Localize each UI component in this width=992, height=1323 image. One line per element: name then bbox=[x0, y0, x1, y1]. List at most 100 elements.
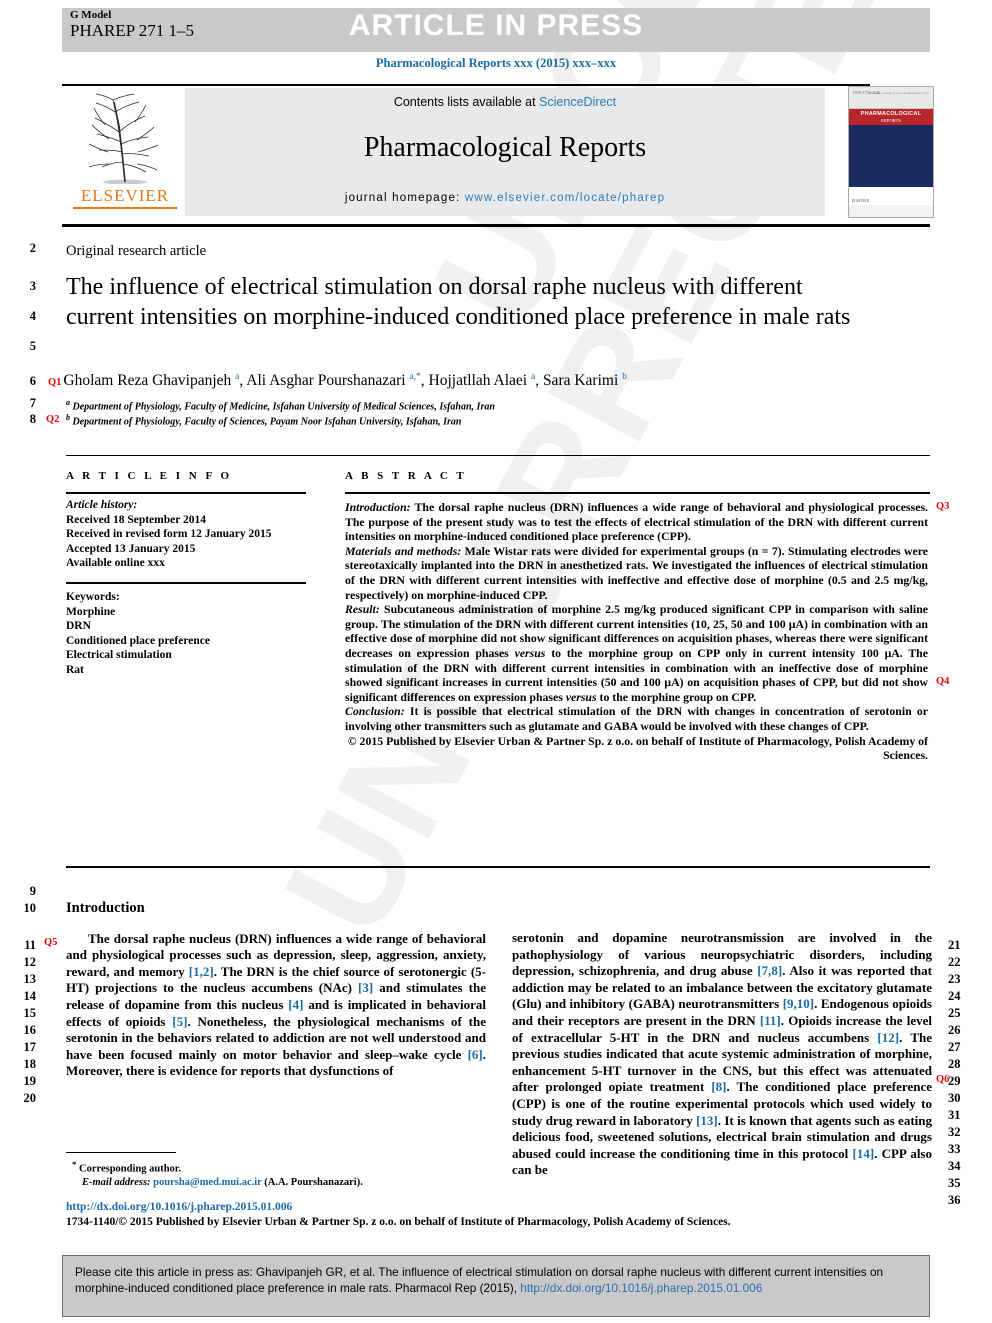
line-number: 15 bbox=[23, 1006, 37, 1020]
abstract-conclusion: Conclusion: It is possible that electric… bbox=[345, 704, 928, 733]
article-page: G Model PHAREP 271 1–5 ARTICLE IN PRESS … bbox=[0, 0, 992, 1323]
query-marker-q1[interactable]: Q1 bbox=[48, 377, 61, 388]
corresponding-author-label: Corresponding author. bbox=[76, 1163, 182, 1175]
keyword-item: Rat bbox=[66, 663, 84, 676]
doi-link[interactable]: http://dx.doi.org/10.1016/j.pharep.2015.… bbox=[66, 1200, 826, 1215]
line-number: 30 bbox=[948, 1091, 961, 1105]
keywords-rule bbox=[66, 582, 306, 584]
line-number: 7 bbox=[29, 396, 36, 410]
history-item: Available online xxx bbox=[66, 557, 165, 569]
citation-link[interactable]: [9,10] bbox=[783, 996, 814, 1011]
line-number: 13 bbox=[23, 972, 37, 986]
affiliation-a: a Department of Physiology, Faculty of M… bbox=[66, 398, 886, 412]
article-history-block: Article history: Received 18 September 2… bbox=[66, 498, 316, 571]
line-number: 4 bbox=[29, 309, 36, 323]
citation-link[interactable]: [8] bbox=[711, 1079, 726, 1094]
homepage-label: journal homepage: bbox=[344, 192, 465, 204]
citation-link[interactable]: [12] bbox=[877, 1030, 899, 1045]
doi-block: http://dx.doi.org/10.1016/j.pharep.2015.… bbox=[66, 1200, 826, 1229]
line-number: 26 bbox=[948, 1023, 961, 1037]
elsevier-underline bbox=[73, 207, 177, 209]
abstract-panel-bottom-rule bbox=[66, 866, 930, 868]
abstract-introduction: Introduction: The dorsal raphe nucleus (… bbox=[345, 500, 928, 544]
citation-link[interactable]: [14] bbox=[852, 1146, 874, 1161]
affiliation-marker-b: b bbox=[66, 413, 70, 422]
abstract-conclusion-label: Conclusion: bbox=[345, 704, 405, 719]
line-number: 36 bbox=[948, 1193, 961, 1207]
intro-paragraph-right: serotonin and dopamine neurotransmission… bbox=[512, 930, 932, 1179]
page-title: The influence of electrical stimulation … bbox=[66, 274, 851, 330]
line-number: 28 bbox=[948, 1057, 961, 1071]
line-number: 16 bbox=[23, 1023, 37, 1037]
keywords-label: Keywords: bbox=[66, 591, 120, 603]
article-in-press-text: ARTICLE IN PRESS bbox=[348, 9, 644, 42]
abstract-versus-2: versus bbox=[565, 689, 597, 704]
citation-link[interactable]: [3] bbox=[358, 980, 373, 995]
query-marker-q3[interactable]: Q3 bbox=[936, 501, 949, 512]
citation-link[interactable]: [1,2] bbox=[189, 964, 214, 979]
journal-cover-thumbnail: ISSN 1734-1140 Available online at www.s… bbox=[848, 86, 934, 218]
line-number: 17 bbox=[23, 1040, 37, 1054]
keyword-item: DRN bbox=[66, 620, 91, 632]
issn-copyright-line: 1734-1140/© 2015 Published by Elsevier U… bbox=[66, 1215, 731, 1228]
line-number: 3 bbox=[29, 279, 36, 293]
query-marker-q4[interactable]: Q4 bbox=[936, 676, 949, 687]
line-number: 29 bbox=[948, 1074, 961, 1088]
abstract-rule bbox=[345, 492, 930, 494]
line-number: 35 bbox=[948, 1176, 961, 1190]
journal-homepage-line: journal homepage: www.elsevier.com/locat… bbox=[185, 192, 825, 204]
affiliation-a-text: Department of Physiology, Faculty of Med… bbox=[72, 401, 495, 413]
homepage-url-link[interactable]: www.elsevier.com/locate/pharep bbox=[465, 192, 665, 204]
line-number: 24 bbox=[948, 989, 961, 1003]
keywords-block: Keywords: Morphine DRN Conditioned place… bbox=[66, 590, 316, 677]
sciencedirect-link[interactable]: ScienceDirect bbox=[539, 95, 616, 109]
affiliation-b: b Department of Physiology, Faculty of S… bbox=[66, 413, 886, 427]
line-number: 25 bbox=[948, 1006, 961, 1020]
line-number: 27 bbox=[948, 1040, 961, 1054]
abstract-result-label: Result: bbox=[345, 602, 380, 617]
affiliation-b-text: Department of Physiology, Faculty of Sci… bbox=[72, 416, 462, 428]
citation-link[interactable]: [4] bbox=[288, 997, 303, 1012]
line-number: 31 bbox=[948, 1108, 961, 1122]
query-marker-q6[interactable]: Q6 bbox=[936, 1074, 949, 1085]
elsevier-wordmark: ELSEVIER bbox=[80, 186, 170, 205]
abstract-versus-1: versus bbox=[514, 645, 546, 660]
cover-publisher: ELSEVIER bbox=[852, 199, 869, 203]
masthead-top-rule bbox=[62, 84, 870, 86]
citation-link[interactable]: [6] bbox=[468, 1047, 483, 1062]
abstract-heading: A B S T R A C T bbox=[345, 470, 467, 482]
email-owner: (A.A. Pourshanazari). bbox=[261, 1177, 363, 1188]
citation-link[interactable]: [7,8] bbox=[757, 963, 782, 978]
abstract-methods-label: Materials and methods: bbox=[345, 543, 462, 558]
affiliation-marker-a: a bbox=[66, 398, 70, 407]
cite-doi-link[interactable]: http://dx.doi.org/10.1016/j.pharep.2015.… bbox=[520, 1281, 762, 1295]
elsevier-tree-icon bbox=[75, 92, 175, 184]
abstract-conclusion-text: It is possible that electrical stimulati… bbox=[345, 704, 928, 733]
abstract-copyright: © 2015 Published by Elsevier Urban & Par… bbox=[347, 733, 928, 763]
citation-link[interactable]: [11] bbox=[760, 1013, 781, 1028]
intro-paragraph-left: The dorsal raphe nucleus (DRN) influence… bbox=[66, 931, 486, 1080]
cover-sciencedirect-note: Available online at www.sciencedirect.co… bbox=[868, 91, 929, 95]
journal-running-head: Pharmacological Reports xxx (2015) xxx–x… bbox=[375, 56, 617, 70]
abstract-panel-top-rule bbox=[66, 455, 930, 456]
cover-footer: ELSEVIER bbox=[849, 187, 933, 205]
cover-journal-title-2: REPORTS bbox=[849, 118, 933, 125]
query-marker-q2[interactable]: Q2 bbox=[46, 414, 59, 425]
contents-prefix: Contents lists available at bbox=[393, 95, 540, 109]
query-marker-q5[interactable]: Q5 bbox=[44, 937, 57, 948]
line-number: 8 bbox=[29, 412, 36, 426]
line-number: 12 bbox=[23, 955, 37, 969]
footnote-rule bbox=[66, 1152, 176, 1153]
author-list: Q1 Gholam Reza Ghavipanjeh a, Ali Asghar … bbox=[48, 372, 928, 390]
email-link[interactable]: poursha@med.mui.ac.ir bbox=[153, 1177, 261, 1188]
citation-link[interactable]: [5] bbox=[172, 1014, 187, 1029]
line-number: 20 bbox=[23, 1091, 37, 1105]
masthead-journal-title: Pharmacological Reports bbox=[363, 132, 647, 163]
email-line: E-mail address: poursha@med.mui.ac.ir (A… bbox=[72, 1176, 502, 1190]
history-item: Received 18 September 2014 bbox=[66, 513, 206, 526]
email-label: E-mail address: bbox=[82, 1177, 151, 1188]
abstract-introduction-text: The dorsal raphe nucleus (DRN) influence… bbox=[345, 500, 928, 544]
article-info-rule bbox=[66, 492, 306, 494]
citation-link[interactable]: [13] bbox=[696, 1113, 718, 1128]
elsevier-logo: ELSEVIER bbox=[66, 92, 184, 218]
